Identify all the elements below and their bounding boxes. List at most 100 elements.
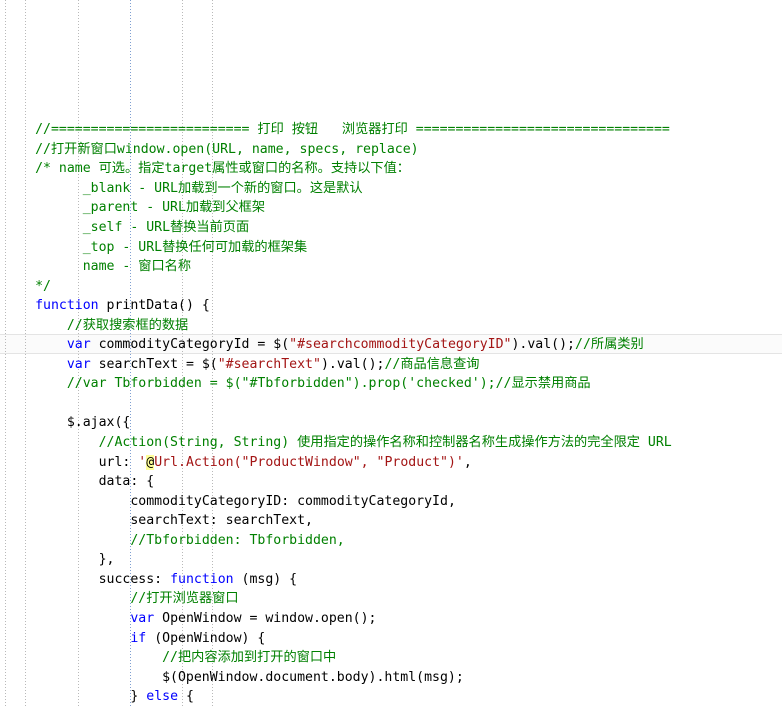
token-keyword: if xyxy=(130,630,147,646)
code-line[interactable]: _top - URL替换任何可加载的框架集 xyxy=(3,238,782,258)
token-keyword: var xyxy=(130,610,155,626)
token-plain: } xyxy=(130,689,147,705)
token-keyword: else xyxy=(146,689,179,705)
code-line[interactable]: if (OpenWindow) { xyxy=(3,629,782,649)
token-comment: /* name 可选。指定target属性或窗口的名称。支持以下值： xyxy=(35,161,410,177)
code-line[interactable]: var commodityCategoryId = $("#searchcomm… xyxy=(3,335,782,355)
code-line[interactable]: function printData() { xyxy=(3,296,782,316)
code-editor[interactable]: //========================= 打印 按钮 浏览器打印 … xyxy=(0,0,782,706)
token-keyword: function xyxy=(170,571,234,587)
token-comment: _self - URL替换当前页面 xyxy=(82,220,250,236)
code-line[interactable]: $.ajax({ xyxy=(3,413,782,433)
token-plain: commodityCategoryID: commodityCategoryId… xyxy=(130,493,456,509)
token-string: Url.Action("ProductWindow", "Product")' xyxy=(154,454,464,470)
token-plain: }, xyxy=(98,552,115,568)
token-plain: data: { xyxy=(98,474,155,490)
code-line[interactable]: //var Tbforbidden = $("#Tbforbidden").pr… xyxy=(3,374,782,394)
token-plain: ).val(); xyxy=(320,356,385,372)
code-content[interactable]: //========================= 打印 按钮 浏览器打印 … xyxy=(3,117,782,706)
code-line[interactable]: */ xyxy=(3,277,782,297)
token-comment: _blank - URL加载到一个新的窗口。这是默认 xyxy=(82,180,363,196)
token-plain: , xyxy=(463,454,472,470)
token-comment: _parent - URL加载到父框架 xyxy=(82,200,266,216)
code-line[interactable]: //打开新窗口window.open(URL, name, specs, rep… xyxy=(3,140,782,160)
token-comment: //所属类别 xyxy=(575,337,644,353)
token-comment: name - 窗口名称 xyxy=(82,259,192,275)
token-comment: //Action(String, String) 使用指定的操作名称和控制器名称… xyxy=(98,435,672,451)
code-line[interactable]: _parent - URL加载到父框架 xyxy=(3,198,782,218)
code-line[interactable]: commodityCategoryID: commodityCategoryId… xyxy=(3,492,782,512)
token-keyword: function xyxy=(35,298,99,314)
code-line[interactable]: /* name 可选。指定target属性或窗口的名称。支持以下值： xyxy=(3,159,782,179)
code-line[interactable]: url: '@Url.Action("ProductWindow", "Prod… xyxy=(3,453,782,473)
code-line[interactable]: //Tbforbidden: Tbforbidden, xyxy=(3,531,782,551)
token-comment: */ xyxy=(35,278,51,294)
code-line[interactable]: } else { xyxy=(3,687,782,706)
code-line[interactable]: $(OpenWindow.document.body).html(msg); xyxy=(3,668,782,688)
token-comment: //显示禁用商品 xyxy=(495,376,591,392)
token-comment: //获取搜索框的数据 xyxy=(66,317,189,333)
token-plain: ).val(); xyxy=(511,337,576,353)
code-line[interactable]: data: { xyxy=(3,472,782,492)
token-comment: _top - URL替换任何可加载的框架集 xyxy=(82,239,308,255)
token-comment: //========================= 打印 按钮 浏览器打印 … xyxy=(35,122,670,138)
code-line[interactable]: //Action(String, String) 使用指定的操作名称和控制器名称… xyxy=(3,433,782,453)
code-line[interactable]: _self - URL替换当前页面 xyxy=(3,218,782,238)
code-line[interactable] xyxy=(3,394,782,414)
token-plain: searchText: searchText, xyxy=(130,513,313,529)
token-comment: //把内容添加到打开的窗口中 xyxy=(162,650,337,666)
token-plain: commodityCategoryId = $( xyxy=(90,337,290,353)
code-line[interactable]: var OpenWindow = window.open(); xyxy=(3,609,782,629)
token-string: "#searchcommodityCategoryID" xyxy=(289,337,512,353)
token-string: "#searchText" xyxy=(217,356,321,372)
token-plain: { xyxy=(178,689,194,705)
code-line[interactable]: name - 窗口名称 xyxy=(3,257,782,277)
token-plain: url: xyxy=(98,454,139,470)
token-comment: //Tbforbidden: Tbforbidden, xyxy=(130,532,345,548)
token-plain: (OpenWindow) { xyxy=(146,630,266,646)
code-line[interactable]: _blank - URL加载到一个新的窗口。这是默认 xyxy=(3,179,782,199)
code-line[interactable]: searchText: searchText, xyxy=(3,511,782,531)
token-keyword: var xyxy=(66,356,91,372)
code-line[interactable]: var searchText = $("#searchText").val();… xyxy=(3,355,782,375)
code-line[interactable]: //把内容添加到打开的窗口中 xyxy=(3,648,782,668)
token-comment: //商品信息查询 xyxy=(384,356,480,372)
code-line[interactable]: //打开浏览器窗口 xyxy=(3,589,782,609)
token-plain: $(OpenWindow.document.body).html(msg); xyxy=(162,669,464,685)
code-line[interactable]: success: function (msg) { xyxy=(3,570,782,590)
token-comment: //var Tbforbidden = $("#Tbforbidden").pr… xyxy=(66,376,496,392)
token-razor: @ xyxy=(146,454,155,470)
token-comment: //打开浏览器窗口 xyxy=(130,591,239,607)
code-line[interactable]: }, xyxy=(3,550,782,570)
token-plain: OpenWindow = window.open(); xyxy=(154,610,377,626)
code-line[interactable]: //========================= 打印 按钮 浏览器打印 … xyxy=(3,120,782,140)
code-line[interactable]: //获取搜索框的数据 xyxy=(3,316,782,336)
